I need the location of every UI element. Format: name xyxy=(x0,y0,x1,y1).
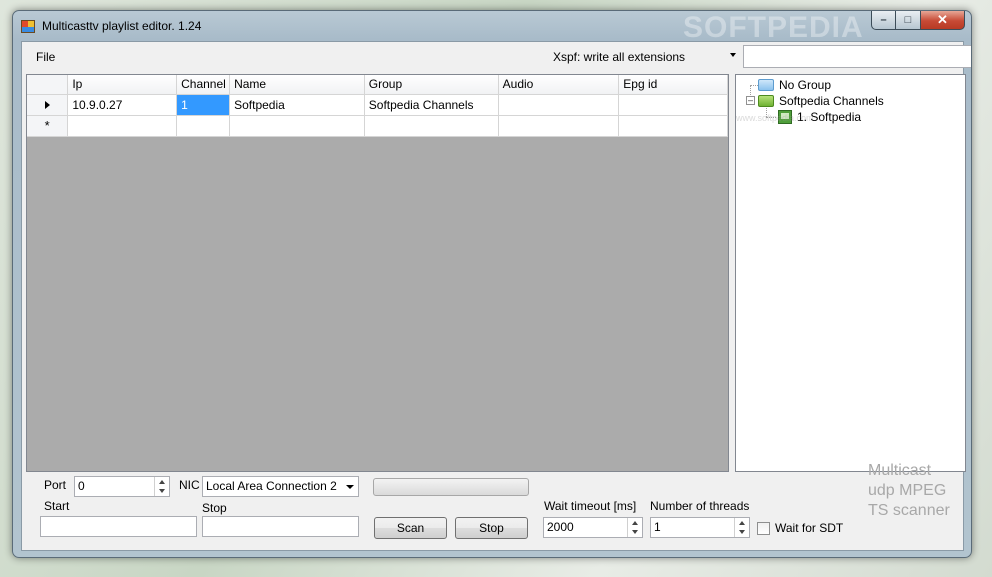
current-row-arrow-icon xyxy=(44,100,50,109)
new-row-star-icon: * xyxy=(44,118,50,133)
scanner-caption-line: Multicast xyxy=(868,462,932,479)
threads-spinner[interactable] xyxy=(734,518,749,537)
folder-green-icon xyxy=(758,95,774,107)
start-input[interactable] xyxy=(40,516,197,537)
tree-node-label: Softpedia Channels xyxy=(779,94,884,108)
window-title: Multicasttv playlist editor. 1.24 xyxy=(42,19,202,33)
cell-group[interactable]: Softpedia Channels xyxy=(364,94,499,116)
title-bar[interactable]: Multicasttv playlist editor. 1.24 SOFTPE… xyxy=(13,11,971,44)
playlist-grid[interactable]: Ip Channel Name Group Audio Epg id 10.9.… xyxy=(26,74,729,472)
stop-input[interactable] xyxy=(202,516,359,537)
new-cell-channel[interactable] xyxy=(176,115,231,137)
minimize-button[interactable]: – xyxy=(871,11,896,30)
new-cell-audio[interactable] xyxy=(498,115,620,137)
start-label: Start xyxy=(44,499,70,513)
client-area: File Xspf: write all extensions Ip Chann… xyxy=(21,41,971,551)
wait-timeout-spinner[interactable] xyxy=(627,518,642,537)
threads-input[interactable]: 1 xyxy=(650,517,750,538)
cell-name[interactable]: Softpedia xyxy=(229,94,365,116)
maximize-icon: □ xyxy=(904,14,912,26)
threads-label: Number of threads xyxy=(650,499,750,513)
nic-value: Local Area Connection 2 xyxy=(206,479,337,493)
collapse-icon[interactable]: – xyxy=(746,96,755,105)
new-row[interactable]: * xyxy=(27,115,728,137)
scan-button[interactable]: Scan xyxy=(374,517,447,539)
scanner-caption-line: udp MPEG xyxy=(868,482,947,499)
scanner-caption-line: TS scanner xyxy=(868,502,950,519)
wait-timeout-input[interactable]: 2000 xyxy=(543,517,643,538)
close-button[interactable]: ✕ xyxy=(921,11,965,30)
wait-sdt-checkbox[interactable] xyxy=(757,522,770,535)
tree-line xyxy=(750,85,758,86)
tree-node-softpedia-channels[interactable]: Softpedia Channels xyxy=(758,94,884,108)
watermark-text: SOFTPEDIA xyxy=(683,11,864,44)
watermark-url: www.softpedia.com xyxy=(736,113,814,123)
maximize-button[interactable]: □ xyxy=(896,11,921,30)
stop-button[interactable]: Stop xyxy=(455,517,528,539)
column-header-epg-id[interactable]: Epg id xyxy=(618,75,728,95)
wait-timeout-label: Wait timeout [ms] xyxy=(544,499,637,513)
nic-label: NIC xyxy=(179,478,200,492)
nic-select[interactable]: Local Area Connection 2 xyxy=(202,476,359,497)
new-cell-epg-id[interactable] xyxy=(618,115,728,137)
chevron-down-icon xyxy=(346,485,354,489)
chevron-down-icon xyxy=(730,53,736,57)
tree-node-no-group[interactable]: No Group xyxy=(758,78,831,92)
column-header-group[interactable]: Group xyxy=(364,75,499,95)
port-input[interactable]: 0 xyxy=(74,476,170,497)
column-header-channel[interactable]: Channel xyxy=(176,75,231,95)
row-header-corner[interactable] xyxy=(27,75,69,95)
column-header-name[interactable]: Name xyxy=(229,75,365,95)
row-header[interactable] xyxy=(27,94,69,116)
column-header-ip[interactable]: Ip xyxy=(67,75,178,95)
close-icon: ✕ xyxy=(937,12,948,27)
threads-value: 1 xyxy=(654,520,661,534)
cell-audio[interactable] xyxy=(498,94,620,116)
cell-epg-id[interactable] xyxy=(618,94,728,116)
extensions-select[interactable]: Xspf: write all extensions xyxy=(553,46,739,67)
playlist-table: Ip Channel Name Group Audio Epg id 10.9.… xyxy=(27,75,728,137)
port-value: 0 xyxy=(78,479,85,493)
table-header-row: Ip Channel Name Group Audio Epg id xyxy=(27,75,728,95)
wait-sdt-label: Wait for SDT xyxy=(775,521,844,535)
search-input[interactable] xyxy=(743,45,971,68)
minimize-icon: – xyxy=(880,14,887,26)
column-header-audio[interactable]: Audio xyxy=(498,75,620,95)
group-tree[interactable]: No Group – Softpedia Channels 1. Softped… xyxy=(735,74,966,472)
extensions-select-value: Xspf: write all extensions xyxy=(553,49,686,64)
menu-file[interactable]: File xyxy=(36,50,55,64)
new-cell-name[interactable] xyxy=(229,115,365,137)
cell-ip[interactable]: 10.9.0.27 xyxy=(67,94,178,116)
wait-timeout-value: 2000 xyxy=(547,520,574,534)
port-label: Port xyxy=(44,478,67,492)
app-icon xyxy=(21,20,35,33)
app-window: Multicasttv playlist editor. 1.24 SOFTPE… xyxy=(12,10,972,558)
cell-channel[interactable]: 1 xyxy=(176,94,231,116)
stop-label: Stop xyxy=(202,501,227,515)
folder-blue-icon xyxy=(758,79,774,91)
scan-progress-bar xyxy=(373,478,529,496)
table-row[interactable]: 10.9.0.27 1 Softpedia Softpedia Channels xyxy=(27,94,728,116)
row-header-new[interactable]: * xyxy=(27,115,69,137)
port-spinner[interactable] xyxy=(154,477,169,496)
new-cell-group[interactable] xyxy=(364,115,499,137)
tree-node-label: No Group xyxy=(779,78,832,92)
caption-buttons: – □ ✕ xyxy=(871,11,965,31)
new-cell-ip[interactable] xyxy=(67,115,178,137)
scanner-caption: Multicast udp MPEG TS scanner xyxy=(868,461,950,521)
